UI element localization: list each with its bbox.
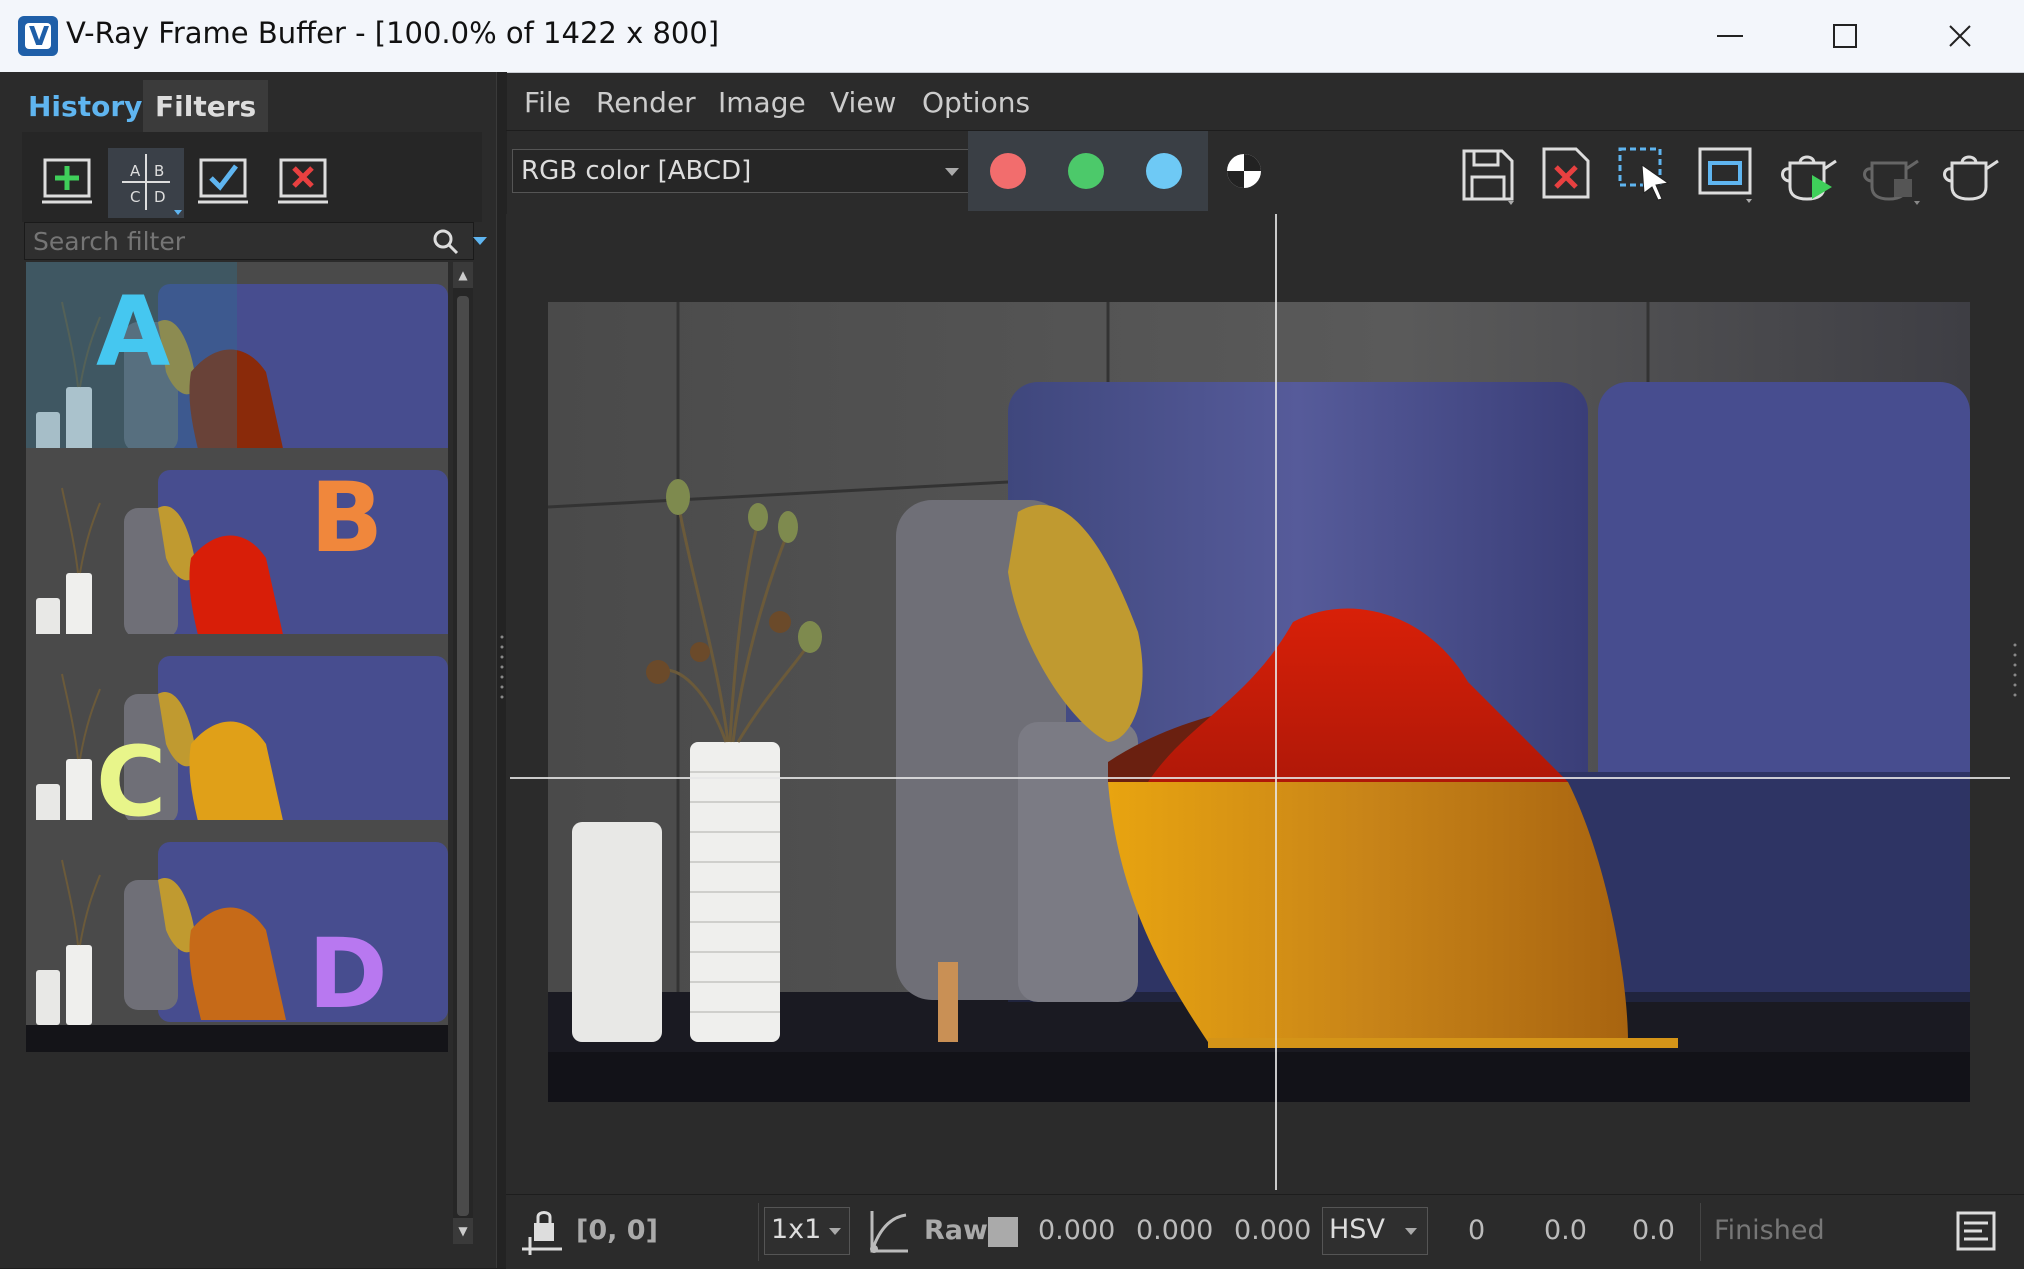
menu-options[interactable]: Options [922,86,1030,119]
svg-text:C: C [130,188,140,206]
search-icon[interactable] [433,229,459,255]
history-item-label: A [96,276,171,388]
tab-history[interactable]: History [18,80,152,132]
green-channel-button[interactable] [1068,153,1104,189]
blue-value: 0.000 [1234,1215,1312,1246]
curve-correction-icon[interactable] [866,1207,910,1255]
red-value: 0.000 [1038,1215,1116,1246]
color-swatch [988,1217,1018,1247]
close-icon [1949,25,1971,47]
status-separator [758,1203,759,1261]
saturation-value: 0.0 [1544,1215,1587,1246]
color-mode-label: Raw [924,1215,988,1246]
render-log-icon[interactable] [1956,1209,1996,1253]
history-list: ABCD [26,262,448,1212]
ab-compare-button[interactable]: A B C D [108,148,184,218]
remove-history-icon [278,158,328,204]
color-space-select[interactable]: HSV [1322,1207,1428,1255]
search-dropdown-icon[interactable] [473,237,487,245]
scroll-up-button[interactable]: ▲ [453,262,473,288]
add-history-icon [42,158,92,204]
render-image[interactable] [548,302,1970,1102]
status-separator [1700,1203,1701,1261]
search-input[interactable] [31,225,405,257]
scroll-down-button[interactable]: ▼ [453,1218,473,1244]
load-history-icon [198,158,248,204]
chevron-down-icon [1405,1228,1417,1235]
vfb-window: V V-Ray Frame Buffer - [100.0% of 1422 x… [0,0,2024,1269]
history-item-label: B [310,462,384,574]
maximize-button[interactable] [1800,8,1890,64]
close-button[interactable] [1915,8,2005,64]
sample-size-select[interactable]: 1x1 [764,1207,850,1255]
svg-text:D: D [154,188,166,206]
image-toolbar: RGB color [ABCD] [506,130,2024,215]
render-scene-image [548,302,1970,1102]
minimize-icon [1717,35,1743,37]
ab-compare-icon: A B C D [122,154,182,215]
channel-select-value: RGB color [ABCD] [521,156,752,186]
scroll-thumb[interactable] [457,296,469,1216]
value-value: 0.0 [1632,1215,1675,1246]
window-title: V-Ray Frame Buffer - [100.0% of 1422 x 8… [66,16,720,50]
vray-logo-icon: V [18,16,58,56]
remove-history-button[interactable] [276,154,330,208]
sample-size-value: 1x1 [771,1214,822,1245]
pixel-coords: [0, 0] [576,1215,658,1246]
save-to-history-button[interactable] [40,154,94,208]
alpha-channel-icon[interactable] [1224,151,1264,191]
menu-image[interactable]: Image [718,86,806,119]
chevron-down-icon [829,1228,841,1235]
load-history-button[interactable] [196,154,250,208]
channel-select[interactable]: RGB color [ABCD] [512,149,970,193]
svg-text:A: A [130,162,141,180]
tab-filters[interactable]: Filters [143,80,269,132]
lock-pixel-icon[interactable] [520,1207,564,1255]
region-render-icon[interactable] [1616,143,1676,203]
menu-bar: File Render Image View Options [506,72,2024,130]
stop-render-icon[interactable] [1858,141,1924,207]
minimize-button[interactable] [1685,8,1775,64]
title-bar: V V-Ray Frame Buffer - [100.0% of 1422 x… [0,0,2024,73]
status-bar: [0, 0] 1x1 Raw 0.000 0.000 0.000 HSV 0 0… [506,1194,2024,1269]
save-image-icon[interactable] [1458,145,1518,205]
menu-view[interactable]: View [830,86,896,119]
chevron-down-icon [945,168,959,176]
green-value: 0.000 [1136,1215,1214,1246]
menu-file[interactable]: File [524,86,571,119]
start-interactive-render-icon[interactable] [1776,141,1842,207]
clear-image-icon[interactable] [1538,145,1594,201]
color-space-value: HSV [1329,1214,1385,1245]
menu-render[interactable]: Render [596,86,696,119]
crosshair-vertical [1275,214,1277,1190]
render-status: Finished [1714,1215,1825,1246]
crosshair-horizontal [510,777,2010,779]
hue-value: 0 [1468,1215,1486,1246]
red-channel-button[interactable] [990,153,1026,189]
channel-buttons [968,131,1208,211]
render-teapot-icon[interactable] [1938,141,2004,207]
search-filter [24,222,487,260]
left-panel: History Filters A B C D Search filter A … [0,72,496,1268]
right-grip-icon[interactable] [2010,640,2020,700]
history-item-label: D [308,918,388,1030]
maximize-icon [1833,24,1857,48]
history-scrollbar[interactable]: ▲ ▼ [453,262,473,1244]
history-item[interactable]: D [26,820,448,1052]
svg-text:B: B [154,162,164,180]
blue-channel-button[interactable] [1146,153,1182,189]
render-region-frame-icon[interactable] [1696,145,1756,205]
